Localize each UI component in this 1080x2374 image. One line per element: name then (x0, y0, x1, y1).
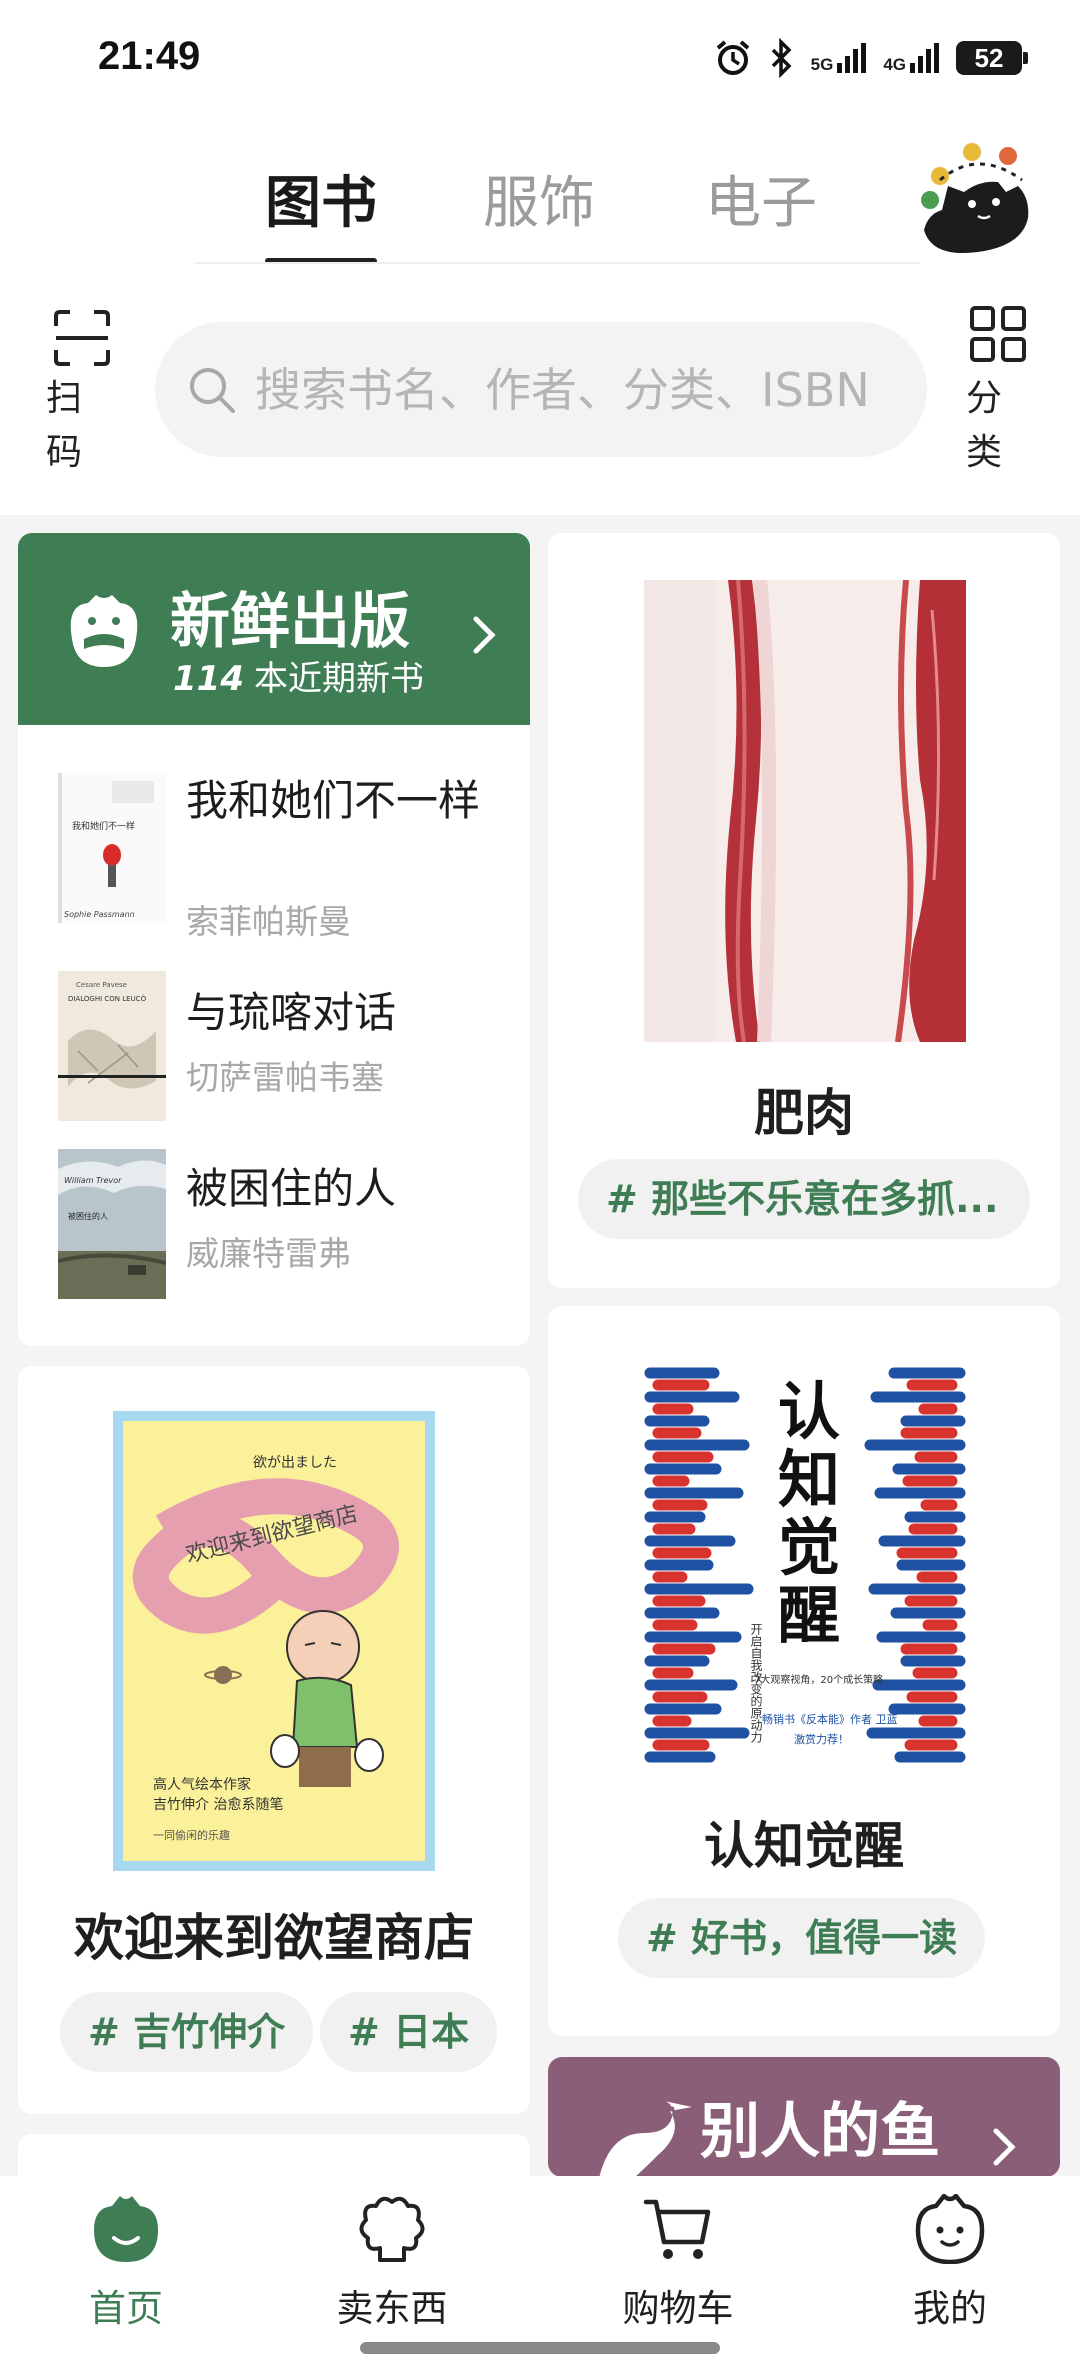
home-icon (94, 2196, 158, 2262)
sell-icon (359, 2196, 425, 2262)
nav-home[interactable]: 首页 (26, 2194, 226, 2344)
product-card-cognition-awakening[interactable]: 认 知 觉 醒 开启自我改变的原动力 7大观察视角，20个成长策略 畅销书《反本… (548, 1306, 1060, 2036)
bottom-navigation: 首页 卖东西 购物车 我的 (0, 2176, 1080, 2374)
nav-sell[interactable]: 卖东西 (292, 2194, 492, 2344)
scan-label: 扫码 (46, 378, 83, 473)
svg-text:吉竹伸介 治愈系随笔: 吉竹伸介 治愈系随笔 (153, 1797, 283, 1813)
grid-icon (970, 306, 1026, 362)
book-title: 被困住的人 (186, 1164, 397, 1213)
signal-5g-icon: 5G (811, 41, 870, 75)
author-tag[interactable]: # 吉竹伸介 (60, 1992, 314, 2072)
svg-text:William Trevor: William Trevor (64, 1176, 122, 1185)
country-tag[interactable]: # 日本 (320, 1992, 498, 2072)
status-time: 21:49 (98, 34, 201, 78)
book-cover: Cesare Pavese DIALOGHI CON LEUCÒ (58, 971, 166, 1121)
svg-text:知: 知 (778, 1443, 840, 1516)
nav-sell-label: 卖东西 (336, 2287, 448, 2330)
category-button[interactable]: 分类 (958, 300, 1038, 480)
book-row[interactable]: William Trevor 被困住的人 被困住的人 威廉特雷弗 (18, 1149, 530, 1309)
review-tag[interactable]: # 好书，值得一读 (618, 1898, 986, 1978)
chevron-right-icon (473, 616, 496, 654)
nav-cart-label: 购物车 (622, 2287, 734, 2330)
product-card-fat-meat[interactable]: 肥肉 # 那些不乐意在多抓... (548, 533, 1060, 1288)
fresh-subtitle: 114 本近期新书 (173, 651, 424, 700)
fresh-count: 114 (173, 659, 244, 699)
product-card-desire-store[interactable]: 欲が出ました 欢迎来到欲望商店 高人气绘本作家 吉竹伸介 治愈系随笔 一同偷闲的… (18, 1366, 530, 2114)
product-title: 肥肉 (754, 1084, 854, 1142)
svg-text:一同偷闲的乐趣: 一同偷闲的乐趣 (153, 1828, 230, 1842)
book-cover: 我和她们不一样 Sophie Passmann (58, 773, 166, 923)
svg-text:醒: 醒 (778, 1579, 840, 1652)
heron-icon (599, 2101, 692, 2177)
svg-text:我和她们不一样: 我和她们不一样 (72, 820, 135, 832)
svg-text:DIALOGHI CON LEUCÒ: DIALOGHI CON LEUCÒ (68, 994, 147, 1003)
search-input[interactable] (255, 362, 895, 417)
book-cover: 认 知 觉 醒 开启自我改变的原动力 7大观察视角，20个成长策略 畅销书《反本… (644, 1353, 966, 1787)
cart-icon (643, 2199, 711, 2259)
fresh-publications-card[interactable]: 新鲜出版 114 本近期新书 我和她们不一样 Sophie Passmann 我和… (18, 533, 530, 1346)
scan-button[interactable]: 扫码 (40, 300, 120, 480)
book-cover: 欲が出ました 欢迎来到欲望商店 高人气绘本作家 吉竹伸介 治愈系随笔 一同偷闲的… (113, 1411, 435, 1871)
fresh-header[interactable]: 新鲜出版 114 本近期新书 (18, 533, 530, 725)
bluetooth-icon (771, 38, 792, 78)
svg-text:Sophie Passmann: Sophie Passmann (64, 910, 135, 919)
svg-text:畅销书《反本能》作者 卫蓝: 畅销书《反本能》作者 卫蓝 (762, 1712, 898, 1726)
search-bar[interactable] (155, 322, 927, 457)
svg-text:激赏力荐！: 激赏力荐！ (794, 1732, 849, 1746)
profile-icon (915, 2194, 985, 2264)
book-row[interactable]: Cesare Pavese DIALOGHI CON LEUCÒ 与琉喀对话 切… (18, 971, 530, 1131)
product-photo (644, 580, 966, 1042)
bookworm-cat-icon (70, 595, 138, 667)
svg-text:觉: 觉 (778, 1511, 840, 1584)
signal-4g-icon: 4G (883, 41, 942, 75)
svg-text:7大观察视角，20个成长策略: 7大观察视角，20个成长策略 (754, 1673, 883, 1686)
juggling-cat-avatar[interactable] (918, 140, 1038, 260)
book-cover: William Trevor 被困住的人 (58, 1149, 166, 1299)
status-icons: 5G 4G 52 (713, 38, 1028, 78)
tab-books[interactable]: 图书 (265, 158, 377, 239)
fresh-title: 新鲜出版 (170, 587, 410, 657)
nav-profile[interactable]: 我的 (850, 2194, 1050, 2344)
chevron-right-icon (993, 2128, 1016, 2166)
tab-clothing[interactable]: 服饰 (483, 158, 595, 239)
nav-profile-label: 我的 (913, 2287, 987, 2330)
svg-text:认: 认 (778, 1375, 840, 1448)
home-indicator (360, 2342, 720, 2354)
book-title: 我和她们不一样 (186, 776, 481, 825)
book-author: 索菲帕斯曼 (186, 902, 351, 941)
others-fish-card[interactable]: 别人的鱼 (548, 2057, 1060, 2177)
product-title: 认知觉醒 (704, 1817, 904, 1875)
book-author: 切萨雷帕韦塞 (186, 1058, 384, 1097)
svg-text:高人气绘本作家: 高人气绘本作家 (153, 1776, 251, 1793)
topic-tag[interactable]: # 那些不乐意在多抓... (578, 1159, 1030, 1239)
book-row[interactable]: 我和她们不一样 Sophie Passmann 我和她们不一样 索菲帕斯曼 (18, 773, 530, 941)
fresh-subtitle-text: 本近期新书 (253, 659, 424, 699)
book-title: 与琉喀对话 (186, 988, 397, 1037)
tab-electronics[interactable]: 电子 (705, 158, 817, 239)
svg-text:被困住的人: 被困住的人 (68, 1211, 108, 1221)
status-bar: 21:49 5G 4G 52 (0, 0, 1080, 120)
svg-text:Cesare Pavese: Cesare Pavese (76, 981, 127, 989)
book-author: 威廉特雷弗 (186, 1234, 351, 1273)
fish-title: 别人的鱼 (700, 2097, 940, 2167)
alarm-icon (716, 40, 749, 75)
category-label: 分类 (966, 378, 1003, 473)
product-title: 欢迎来到欲望商店 (74, 1909, 474, 1967)
nav-cart[interactable]: 购物车 (578, 2194, 778, 2344)
nav-home-label: 首页 (89, 2287, 163, 2330)
search-icon (190, 367, 235, 413)
tab-divider (195, 262, 920, 264)
scan-icon (54, 310, 110, 366)
battery-icon: 52 (956, 41, 1028, 75)
svg-text:欲が出ました: 欲が出ました (253, 1455, 337, 1471)
